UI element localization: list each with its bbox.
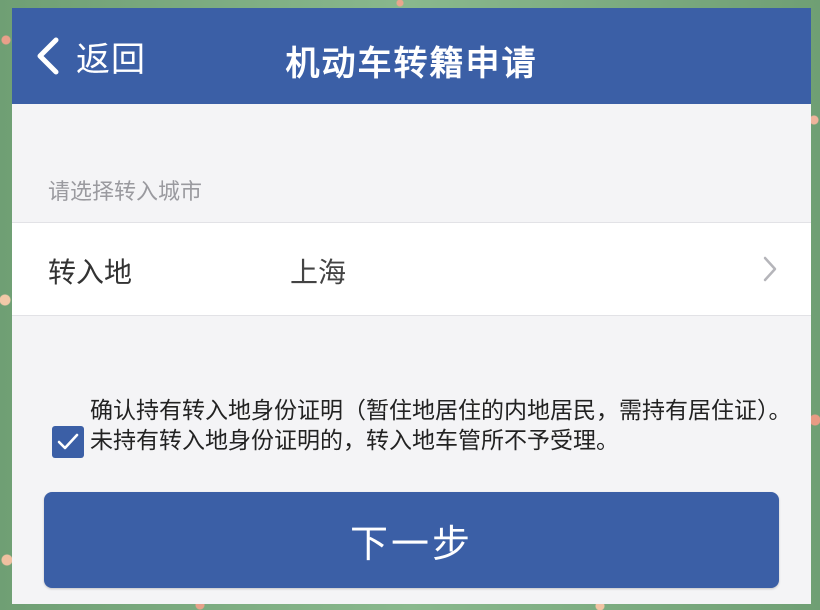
agreement-checkbox[interactable] xyxy=(52,426,84,458)
destination-city-row[interactable]: 转入地 上海 xyxy=(12,222,811,316)
section-label: 请选择转入城市 xyxy=(48,180,203,205)
app-screen: 返回 机动车转籍申请 请选择转入城市 转入地 上海 确认持有转入地身份证明（暂住… xyxy=(12,8,811,604)
nav-header: 返回 机动车转籍申请 xyxy=(12,8,811,104)
next-step-button[interactable]: 下一步 xyxy=(44,492,779,588)
agreement-block: 确认持有转入地身份证明（暂住地居住的内地居民，需持有居住证）。未持有转入地身份证… xyxy=(52,396,802,486)
destination-value: 上海 xyxy=(290,256,347,289)
chevron-right-icon xyxy=(763,256,777,282)
page-title: 机动车转籍申请 xyxy=(285,44,538,84)
destination-label: 转入地 xyxy=(48,256,133,289)
check-icon xyxy=(57,433,79,450)
agreement-text: 确认持有转入地身份证明（暂住地居住的内地居民，需持有居住证）。未持有转入地身份证… xyxy=(90,398,792,454)
